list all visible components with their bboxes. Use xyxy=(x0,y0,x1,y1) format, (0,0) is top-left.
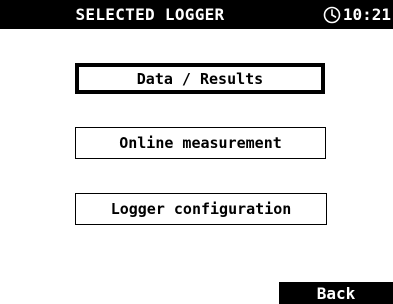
clock-time: 10:21 xyxy=(342,5,391,24)
online-measurement-button[interactable]: Online measurement xyxy=(75,127,326,159)
clock: 10:21 xyxy=(323,0,391,29)
screen-title: SELECTED LOGGER xyxy=(75,5,225,24)
back-label: Back xyxy=(316,283,356,303)
title-bar: SELECTED LOGGER 10:21 xyxy=(0,0,393,29)
data-results-button[interactable]: Data / Results xyxy=(75,63,325,94)
logger-configuration-label: Logger configuration xyxy=(110,200,292,218)
back-button[interactable]: Back xyxy=(279,282,393,304)
logger-configuration-button[interactable]: Logger configuration xyxy=(75,193,327,225)
online-measurement-label: Online measurement xyxy=(119,134,282,152)
clock-icon xyxy=(323,6,341,23)
data-results-label: Data / Results xyxy=(136,69,264,88)
